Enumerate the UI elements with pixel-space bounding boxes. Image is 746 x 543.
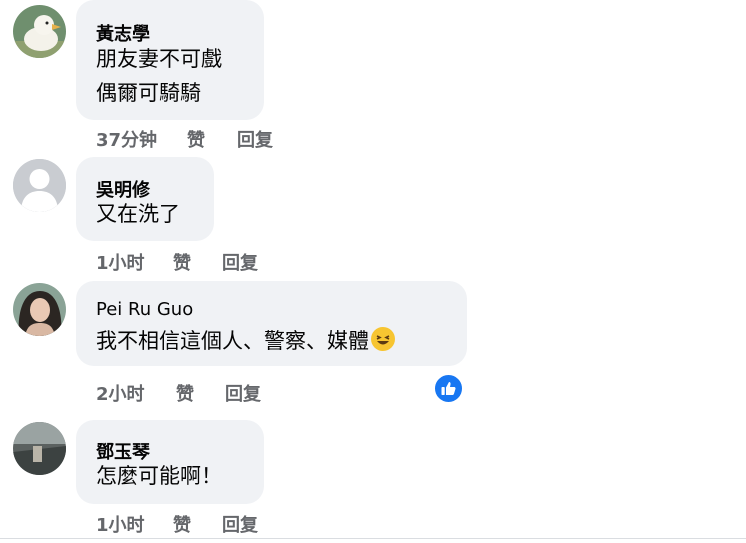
reaction-like-badge[interactable] xyxy=(433,373,464,404)
comment-bubble: Pei Ru Guo 我不相信這個人、警察、媒體 xyxy=(76,281,467,366)
timestamp[interactable]: 2小时 xyxy=(96,380,145,406)
thumbs-up-icon xyxy=(441,382,456,395)
comment-text-line: 我不相信這個人、警察、媒體 xyxy=(96,327,395,352)
reply-button[interactable]: 回复 xyxy=(237,126,273,152)
like-button[interactable]: 赞 xyxy=(187,126,205,152)
avatar[interactable] xyxy=(13,422,66,475)
commenter-name[interactable]: 鄧玉琴 xyxy=(96,438,150,464)
reply-button[interactable]: 回复 xyxy=(225,380,261,406)
laughing-face-icon xyxy=(371,327,395,351)
reply-button[interactable]: 回复 xyxy=(222,511,258,537)
comment-text: 我不相信這個人、警察、媒體 xyxy=(96,329,369,353)
comment-text-line: 怎麼可能啊！ xyxy=(96,464,222,488)
comment-bubble: 鄧玉琴 怎麼可能啊！ xyxy=(76,420,264,504)
avatar[interactable] xyxy=(13,159,66,212)
timestamp[interactable]: 1小时 xyxy=(96,511,145,537)
avatar[interactable] xyxy=(13,283,66,336)
avatar[interactable] xyxy=(13,5,66,58)
comment-bubble: 黃志學 朋友妻不可戲 偶爾可騎騎 xyxy=(76,0,264,120)
comment-text-line: 偶爾可騎騎 xyxy=(96,81,201,105)
like-button[interactable]: 赞 xyxy=(176,380,194,406)
timestamp[interactable]: 1小时 xyxy=(96,249,145,275)
commenter-name[interactable]: 黃志學 xyxy=(96,20,150,46)
reply-button[interactable]: 回复 xyxy=(222,249,258,275)
comment-bubble: 吳明修 又在洗了 xyxy=(76,157,214,241)
divider xyxy=(0,538,746,539)
comment-text-line: 又在洗了 xyxy=(96,202,180,226)
like-button[interactable]: 赞 xyxy=(173,511,191,537)
commenter-name[interactable]: Pei Ru Guo xyxy=(96,299,193,320)
comment-text-line: 朋友妻不可戲 xyxy=(96,47,222,71)
commenter-name[interactable]: 吳明修 xyxy=(96,176,150,202)
like-button[interactable]: 赞 xyxy=(173,249,191,275)
timestamp[interactable]: 37分钟 xyxy=(96,126,157,152)
